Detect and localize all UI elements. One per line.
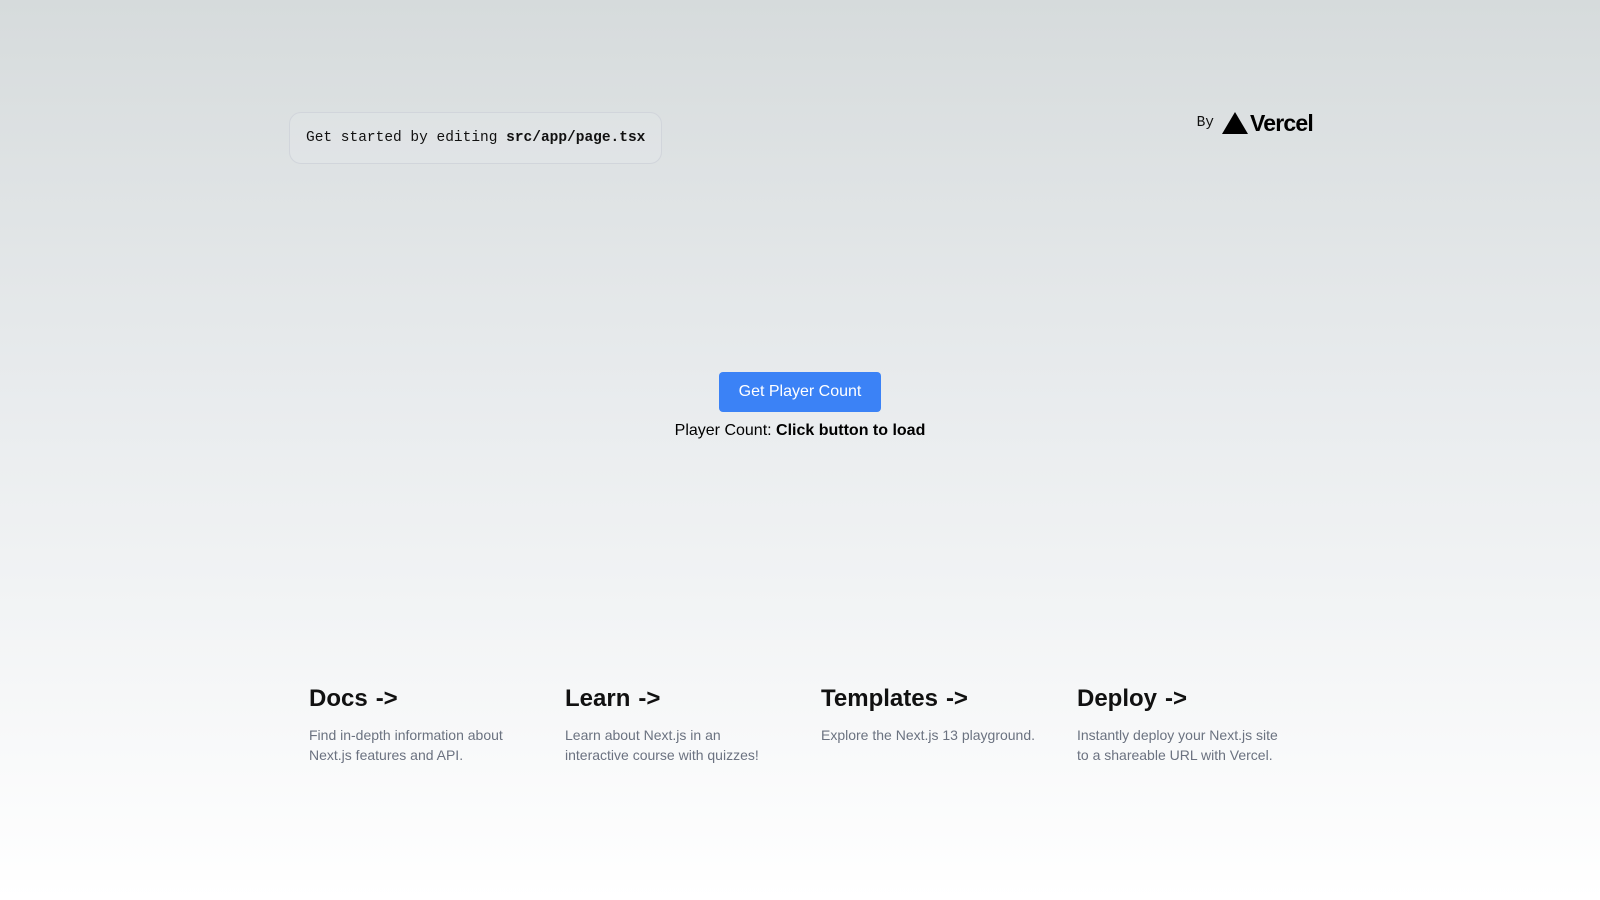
card-description: Instantly deploy your Next.js site to a … [1077,727,1278,763]
card-templates[interactable]: Templates -> Explore the Next.js 13 play… [801,669,1057,781]
card-title: Deploy -> [1077,685,1293,713]
get-player-count-button[interactable]: Get Player Count [718,372,882,412]
card-title: Docs -> [309,685,525,713]
player-count-value: Click button to load [776,422,926,439]
card-description: Explore the Next.js 13 playground. [821,727,1036,743]
get-started-file: src/app/page.tsx [506,129,646,146]
cards-grid: Docs -> Find in-depth information about … [289,669,1313,781]
player-count-section: Get Player Count Player Count: Click but… [0,372,1600,440]
get-started-note: Get started by editing src/app/page.tsx [289,111,663,164]
arrow-right-icon: -> [945,685,968,712]
card-title-text: Deploy [1077,685,1158,712]
player-count-label: Player Count: [674,422,777,439]
card-learn[interactable]: Learn -> Learn about Next.js in an inter… [545,669,801,781]
card-title-text: Templates [821,685,938,712]
card-title: Learn -> [565,685,781,713]
arrow-right-icon: -> [375,685,398,712]
arrow-right-icon: -> [1165,685,1188,712]
get-started-prefix: Get started by editing [306,129,507,146]
player-count-text: Player Count: Click button to load [675,422,926,440]
arrow-right-icon: -> [638,685,661,712]
vercel-logo: Vercel [1222,109,1314,137]
by-label: By [1196,115,1214,131]
vercel-wordmark: Vercel [1250,109,1314,136]
vercel-triangle-icon [1222,112,1248,134]
card-title-text: Learn [565,685,631,712]
card-description: Learn about Next.js in an interactive co… [565,727,759,763]
card-title: Templates -> [821,685,1037,713]
top-bar: Get started by editing src/app/page.tsx … [289,97,1314,164]
card-docs[interactable]: Docs -> Find in-depth information about … [289,669,545,781]
card-deploy[interactable]: Deploy -> Instantly deploy your Next.js … [1057,669,1313,781]
card-description: Find in-depth information about Next.js … [309,727,503,763]
by-vercel-link[interactable]: By Vercel [1196,97,1314,149]
card-title-text: Docs [309,685,368,712]
